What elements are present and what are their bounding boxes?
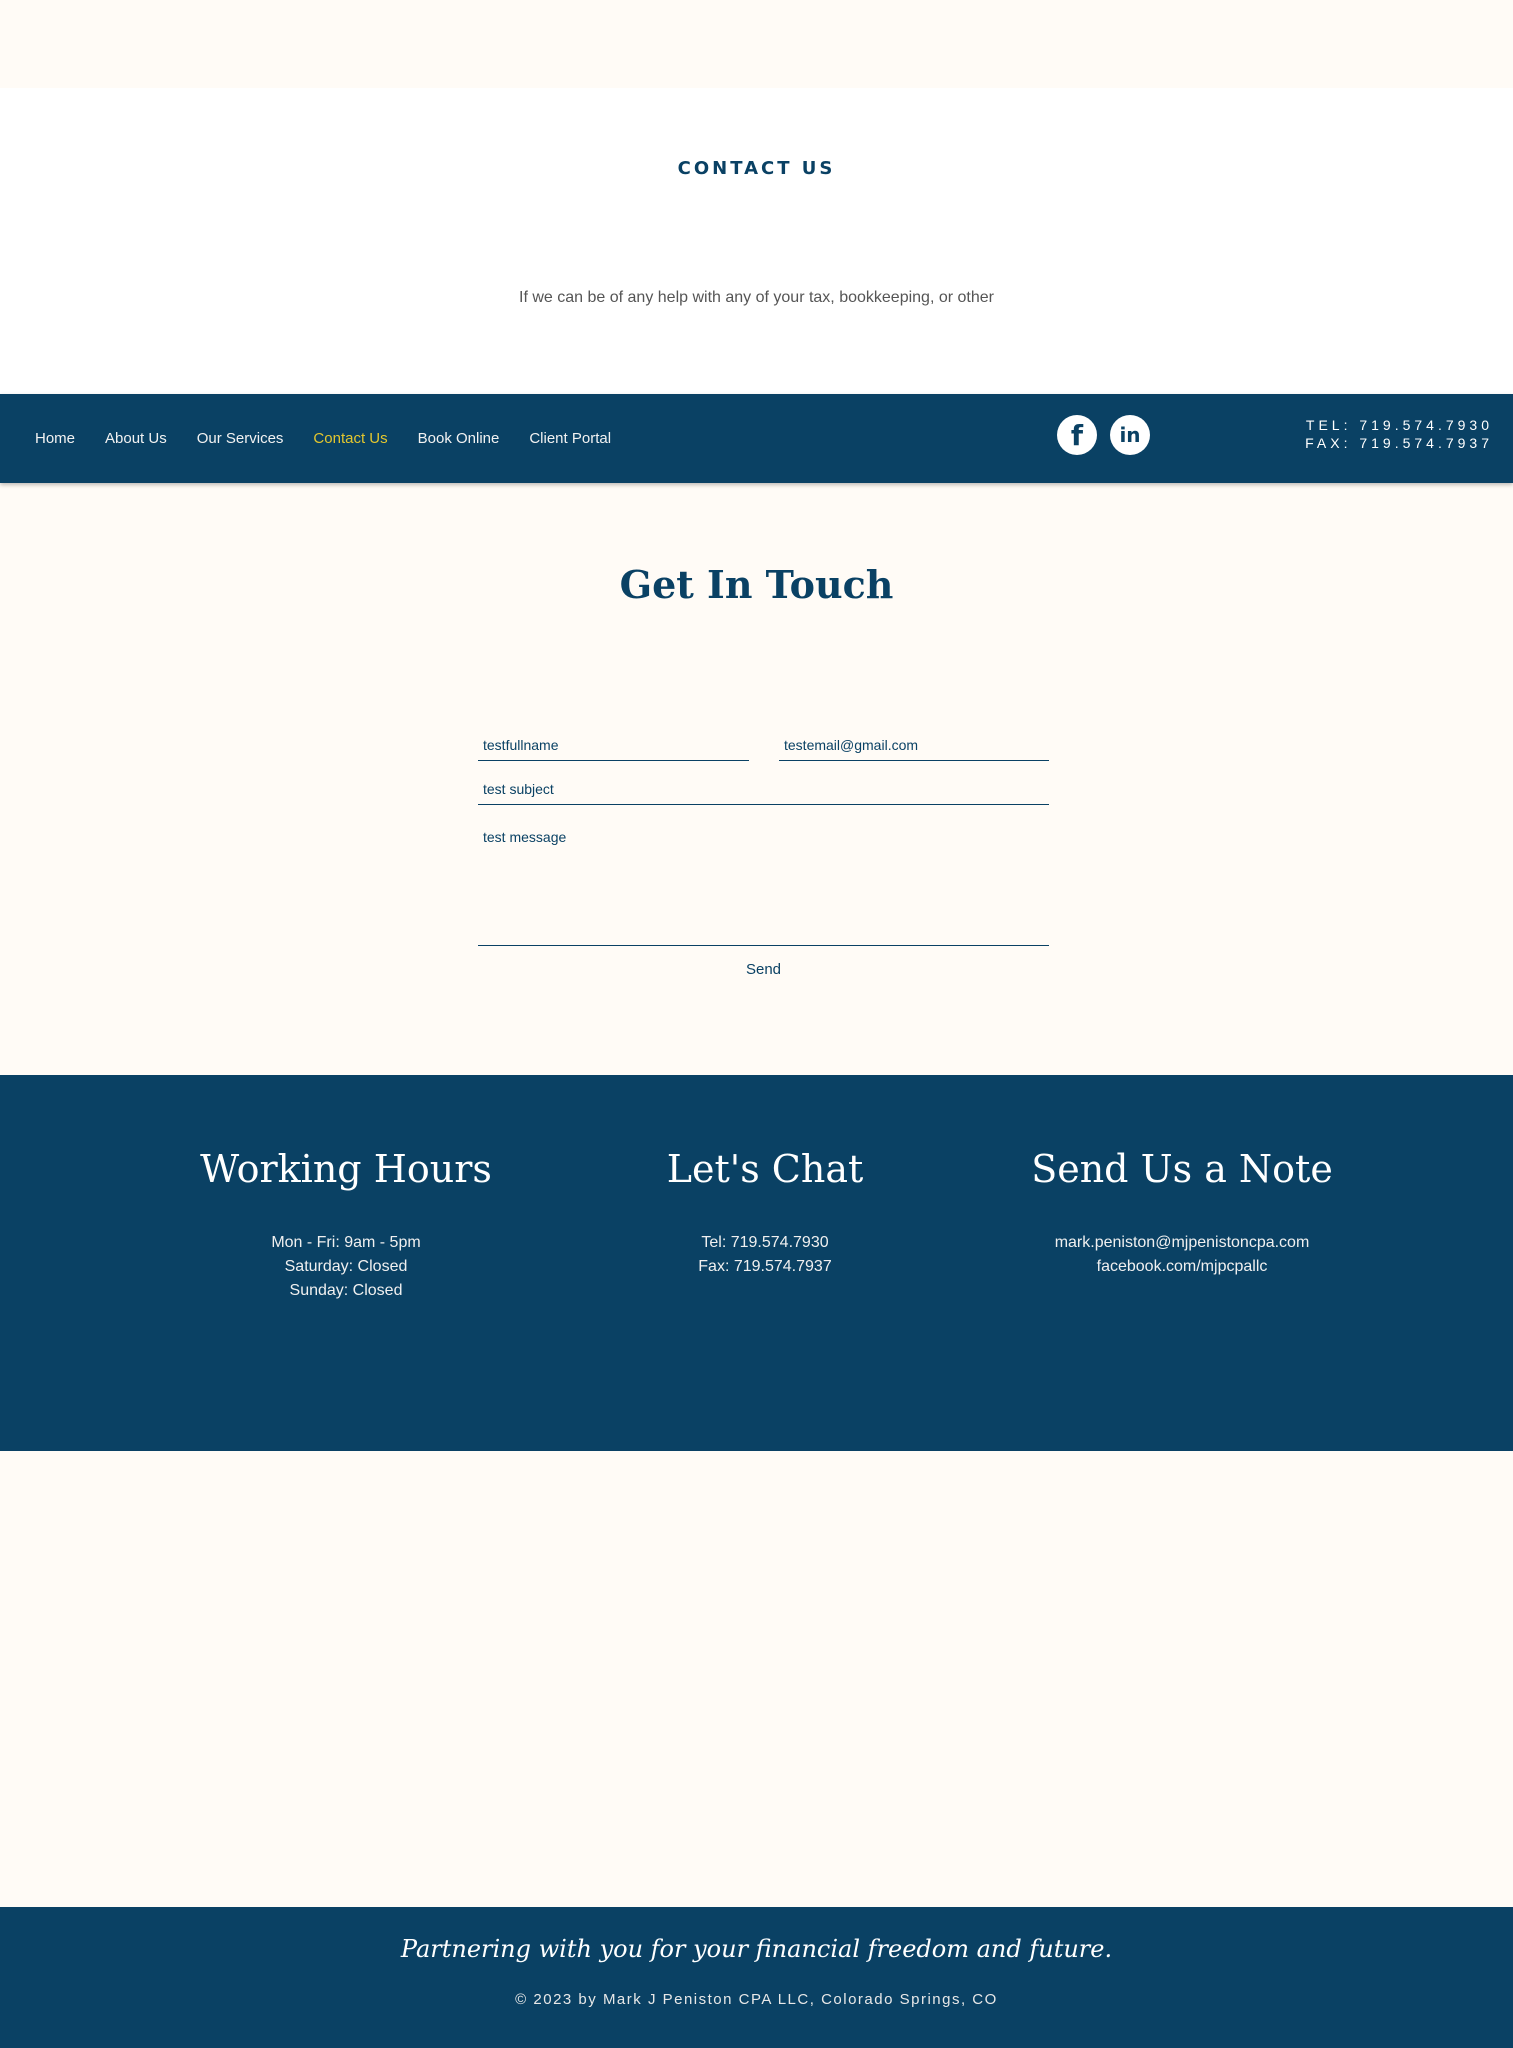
nav-item-about-us[interactable]: About Us [105, 430, 167, 447]
info-section: Working Hours Mon - Fri: 9am - 5pm Satur… [0, 1075, 1513, 1451]
facebook-icon[interactable]: f [1057, 415, 1097, 455]
message-field[interactable]: test message [478, 823, 1049, 946]
working-hours-title: Working Hours [200, 1147, 492, 1191]
intro-text: If we can be of any help with any of you… [519, 289, 994, 306]
footer: Partnering with you for your financial f… [0, 1907, 1513, 2048]
send-note-title: Send Us a Note [1031, 1147, 1333, 1191]
form-title: Get In Touch [619, 562, 894, 607]
chat-tel: Tel: 719.574.7930 [701, 1234, 829, 1251]
facebook-link[interactable]: facebook.com/mjpcpallc [972, 1255, 1392, 1279]
contact-numbers: TEL: 719.574.7930 FAX: 719.574.7937 [1305, 416, 1493, 452]
nav-links: Home About Us Our Services Contact Us Bo… [35, 394, 641, 483]
tel-number: TEL: 719.574.7930 [1305, 417, 1493, 433]
social-links: f in [1057, 415, 1163, 455]
hours-line: Mon - Fri: 9am - 5pm [271, 1234, 421, 1251]
nav-item-our-services[interactable]: Our Services [197, 430, 284, 447]
send-button[interactable]: Send [478, 955, 1049, 983]
nav-item-book-online[interactable]: Book Online [418, 430, 500, 447]
lets-chat-title: Let's Chat [666, 1147, 864, 1191]
name-field[interactable] [478, 733, 749, 761]
hours-line: Sunday: Closed [289, 1282, 403, 1299]
linkedin-icon[interactable]: in [1110, 415, 1150, 455]
chat-fax: Fax: 719.574.7937 [698, 1258, 832, 1275]
lets-chat-column: Let's Chat Tel: 719.574.7930 Fax: 719.57… [555, 1147, 975, 1279]
fax-number: FAX: 719.574.7937 [1305, 435, 1493, 451]
email-field[interactable] [779, 733, 1049, 761]
copyright-text: © 2023 by Mark J Peniston CPA LLC, Color… [515, 1991, 998, 2008]
hours-line: Saturday: Closed [284, 1258, 408, 1275]
working-hours-column: Working Hours Mon - Fri: 9am - 5pm Satur… [136, 1147, 556, 1303]
main-navbar: Home About Us Our Services Contact Us Bo… [0, 394, 1513, 483]
send-note-column: Send Us a Note mark.peniston@mjpenistonc… [972, 1147, 1392, 1279]
hero-section [0, 88, 1513, 394]
subject-field[interactable] [478, 777, 1049, 805]
nav-item-client-portal[interactable]: Client Portal [529, 430, 611, 447]
page-title: CONTACT US [677, 158, 836, 179]
nav-item-home[interactable]: Home [35, 430, 75, 447]
email-link[interactable]: mark.peniston@mjpenistoncpa.com [972, 1231, 1392, 1255]
top-band [0, 0, 1513, 88]
footer-tagline: Partnering with you for your financial f… [400, 1935, 1113, 1963]
nav-item-contact-us[interactable]: Contact Us [313, 430, 387, 447]
